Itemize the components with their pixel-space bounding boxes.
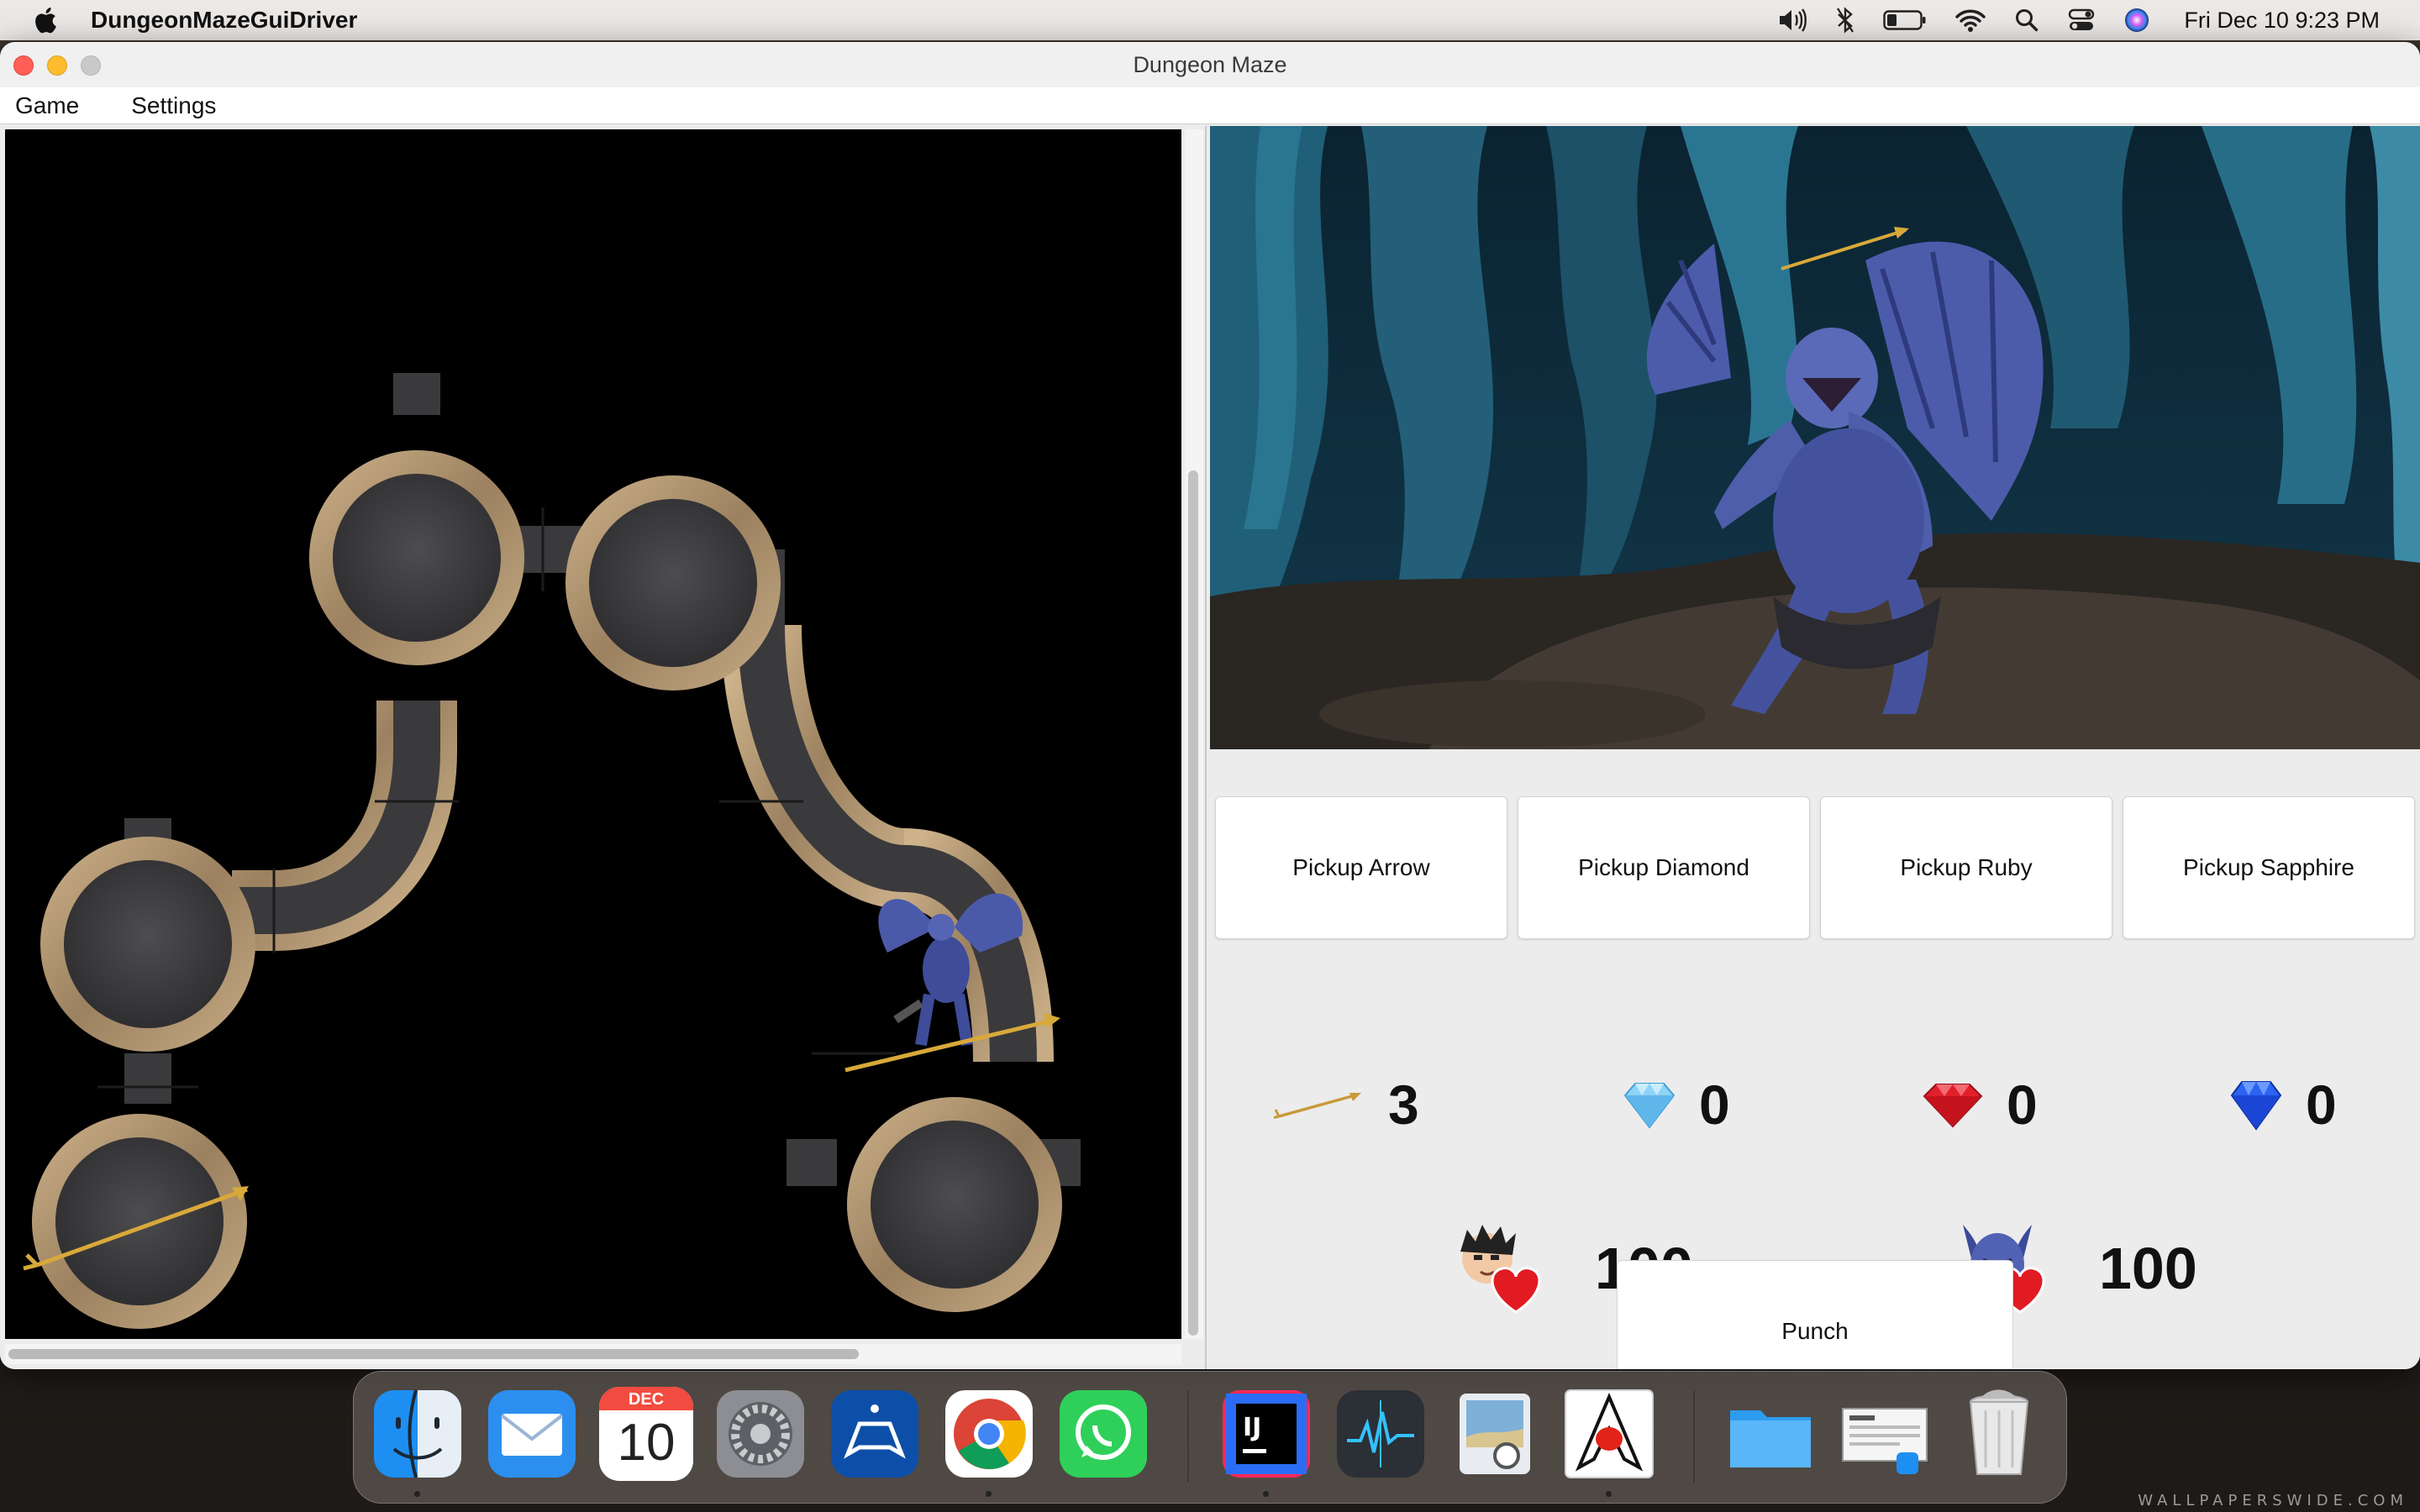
apple-menu-icon[interactable] [32,5,62,35]
screenshot-stack-icon[interactable] [1838,1387,1932,1481]
activity-monitor-icon[interactable] [1334,1387,1428,1481]
finder-icon[interactable] [371,1387,465,1481]
siri-icon[interactable] [2123,7,2150,34]
ruby-count: 0 [2007,1074,2038,1136]
folder-icon[interactable] [1723,1387,1818,1481]
preview-icon[interactable] [1448,1387,1542,1481]
diamond-count: 0 [1699,1074,1730,1136]
window-title: Dungeon Maze [1133,52,1287,77]
menu-settings[interactable]: Settings [131,92,216,119]
java-app-icon[interactable] [1562,1387,1656,1481]
playstation-app-icon[interactable] [828,1387,922,1481]
maze-room-4 [32,1114,247,1329]
intellij-running-indicator [1263,1491,1269,1497]
arrow-icon [1274,1093,1361,1120]
spotlight-search-icon[interactable] [2014,8,2039,33]
finder-running-indicator [414,1491,420,1497]
pickup-arrow-button[interactable]: Pickup Arrow [1215,796,1507,939]
dock-separator-2 [1693,1390,1695,1483]
maze-vertical-scroll-thumb[interactable] [1188,470,1198,1336]
volume-icon[interactable] [1777,8,1807,33]
punch-button[interactable]: Punch [1617,1260,2013,1369]
active-app-name[interactable]: DungeonMazeGuiDriver [91,7,357,34]
calendar-month: DEC [599,1387,693,1410]
diamond-icon [1623,1083,1676,1129]
room-scene-view [1210,126,2420,749]
pickup-sapphire-button[interactable]: Pickup Sapphire [2123,796,2415,939]
sapphire-icon [2230,1081,2282,1131]
macos-dock: DEC 10 IJ [353,1371,2067,1504]
player-heart-icon [1460,1225,1541,1314]
calendar-icon[interactable]: DEC 10 [599,1387,693,1481]
maze-view [5,129,1181,1339]
maze-scroll-pane [0,126,1207,1369]
room-panel: Pickup Arrow Pickup Diamond Pickup Ruby … [1210,126,2420,1369]
trash-icon[interactable] [1952,1387,2046,1481]
maze-room-2 [566,475,781,690]
maze-room-3 [40,837,255,1052]
mail-icon[interactable] [485,1387,579,1481]
bluetooth-icon[interactable] [1836,7,1854,34]
menubar-clock[interactable]: Fri Dec 10 9:23 PM [2184,8,2380,34]
system-preferences-icon[interactable] [713,1387,808,1481]
sapphire-count: 0 [2306,1074,2337,1136]
sapphire-inventory: 0 [2228,1067,2337,1142]
calendar-day: 10 [617,1414,676,1472]
arrow-inventory: 3 [1274,1067,1419,1142]
dungeon-maze-window: Dungeon Maze Game Settings Pickup Arrow … [0,42,2420,1369]
pickup-diamond-button[interactable]: Pickup Diamond [1518,796,1810,939]
ruby-inventory: 0 [1921,1067,2038,1142]
ruby-icon [1923,1084,1983,1128]
control-center-icon[interactable] [2068,8,2095,33]
dock-separator [1187,1390,1189,1483]
intellij-icon[interactable]: IJ [1219,1387,1313,1481]
maze-room-5 [847,1097,1062,1312]
whatsapp-icon[interactable] [1056,1387,1150,1481]
maze-room-1 [309,450,524,665]
maze-horizontal-scroll-thumb[interactable] [8,1349,859,1359]
chrome-running-indicator [986,1491,992,1497]
window-titlebar[interactable]: Dungeon Maze [0,42,2420,87]
arrow-count: 3 [1388,1074,1419,1136]
app-menu-bar: Game Settings [0,87,2420,124]
java-app-running-indicator [1606,1491,1612,1497]
diamond-inventory: 0 [1622,1067,1730,1142]
maze-map [23,373,1081,1329]
macos-menu-bar: DungeonMazeGuiDriver Fri Dec 10 9:23 PM [0,0,2420,40]
chrome-icon[interactable] [942,1387,1036,1481]
menu-game[interactable]: Game [15,92,79,119]
wifi-icon[interactable] [1955,8,1986,32]
svg-text:IJ: IJ [1243,1413,1261,1442]
monster-health-value: 100 [2099,1236,2197,1301]
pickup-ruby-button[interactable]: Pickup Ruby [1820,796,2112,939]
wallpaper-watermark: WALLPAPERSWIDE.COM [2138,1492,2408,1509]
battery-icon[interactable] [1883,9,1927,31]
